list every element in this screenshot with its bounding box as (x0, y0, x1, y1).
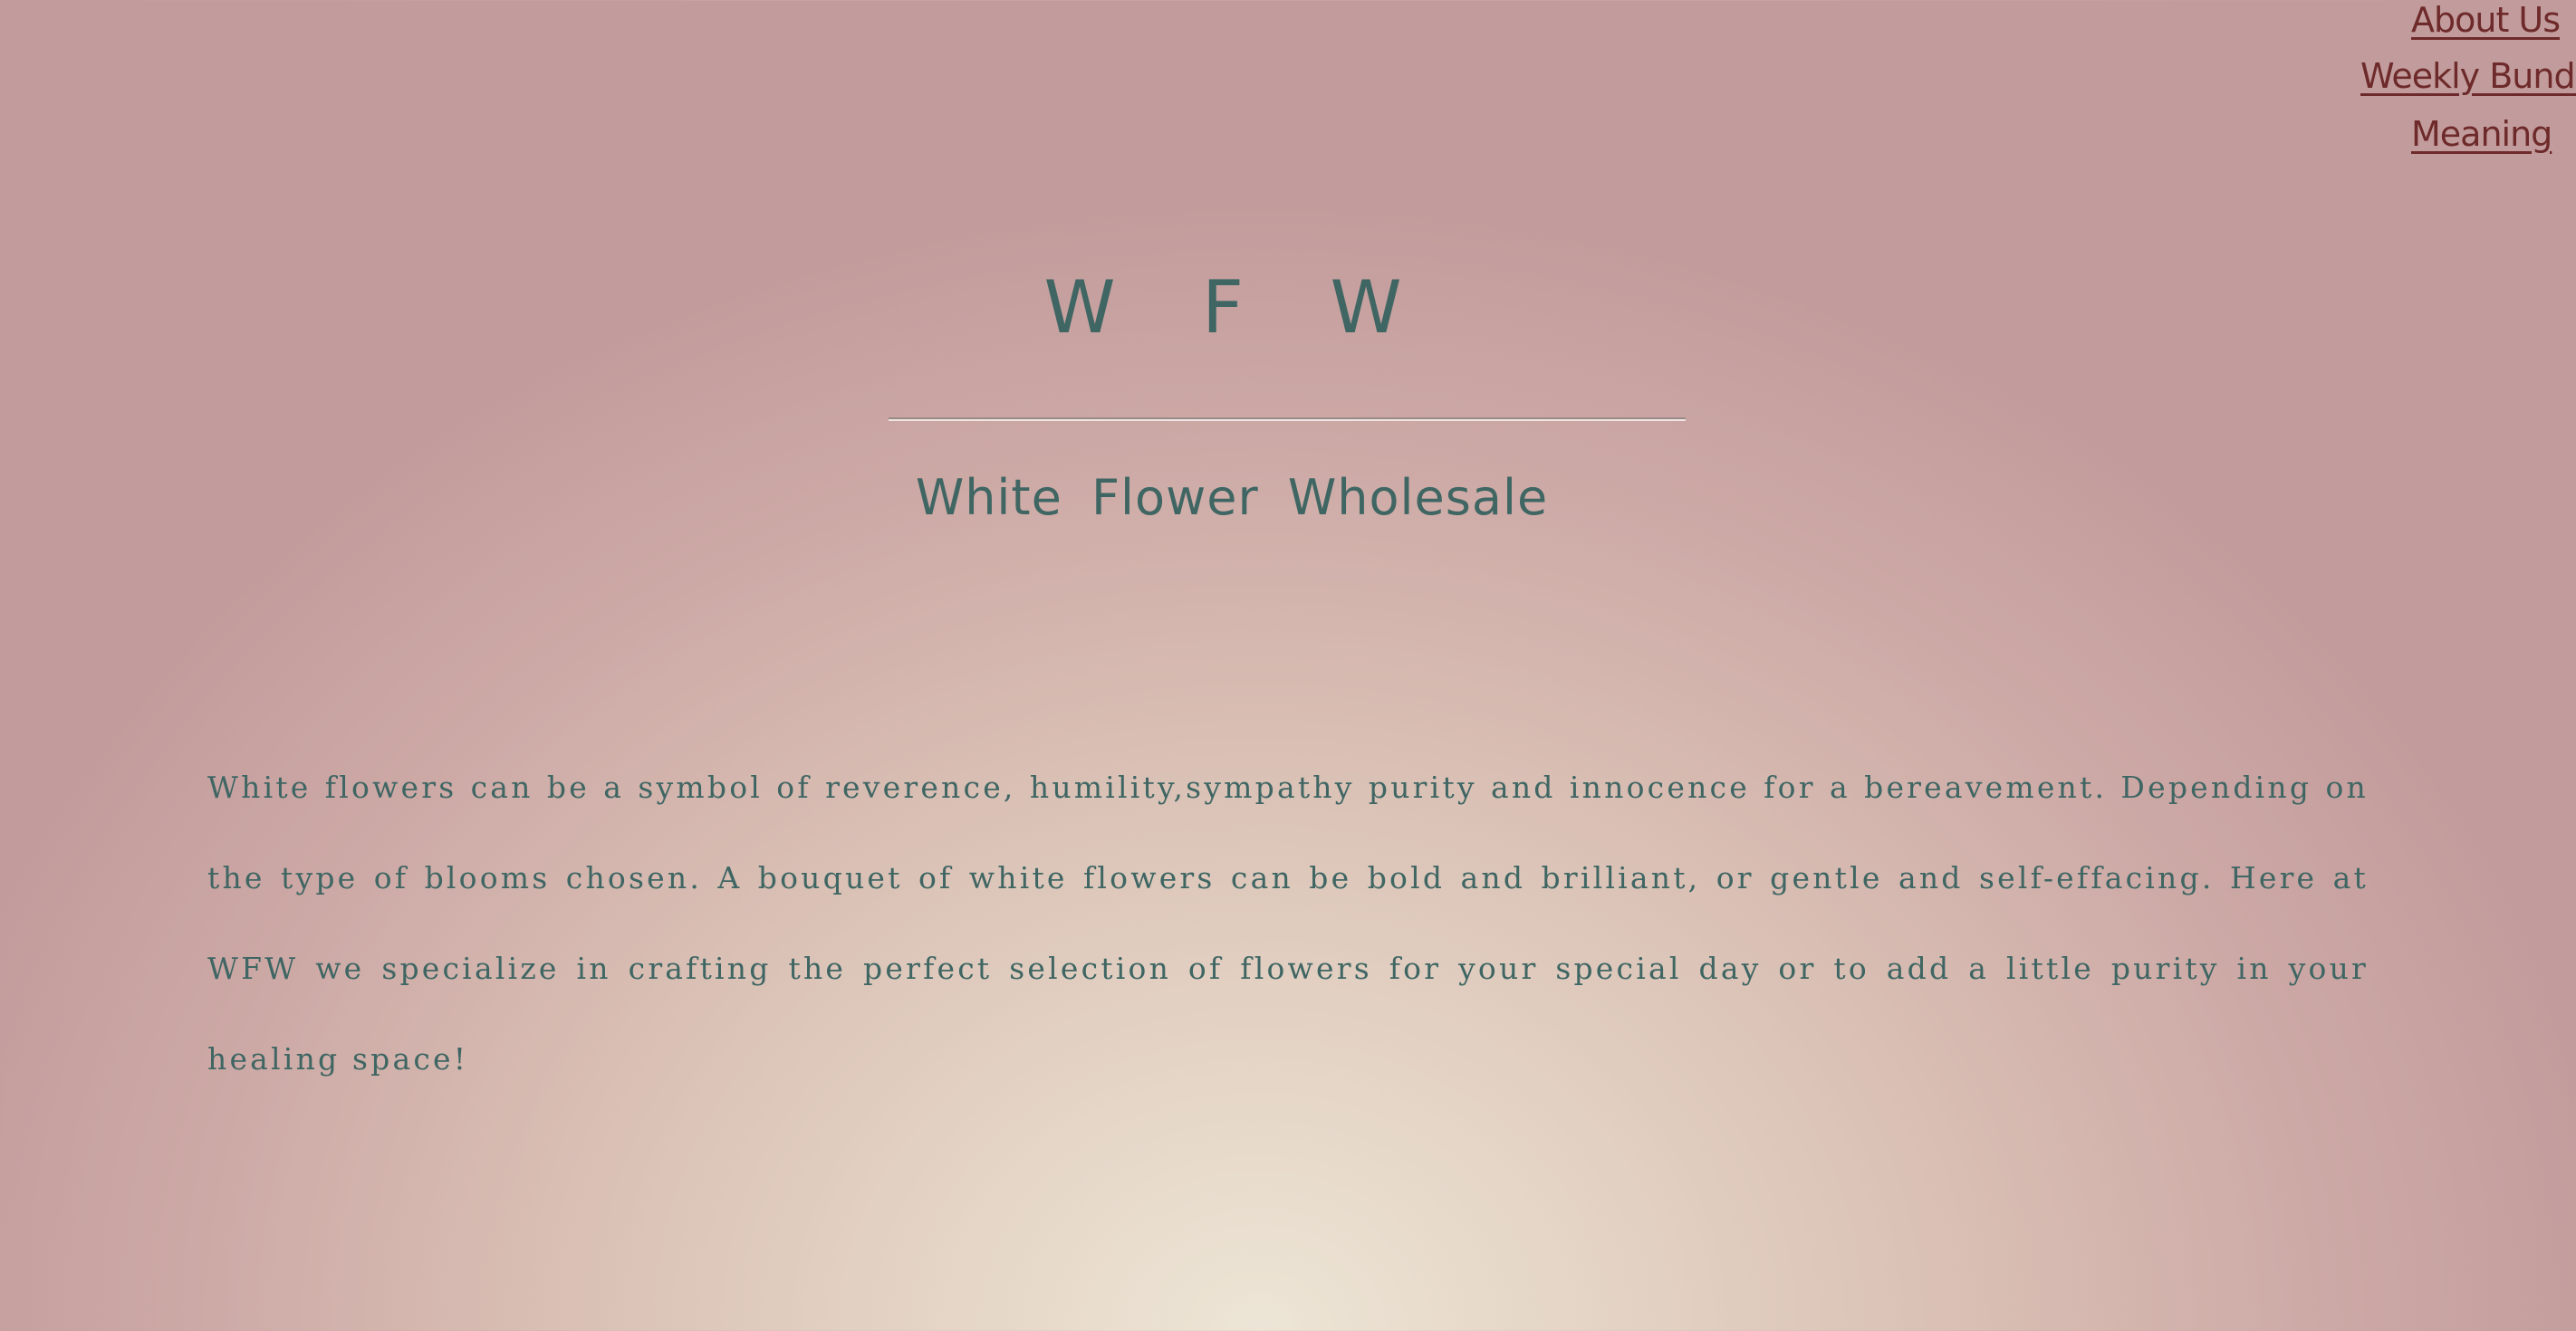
site-logo: WFW (1005, 272, 1440, 344)
intro-paragraph: White flowers can be a symbol of reveren… (207, 770, 2369, 1077)
logo-letter-f: F (1201, 265, 1244, 350)
hero-divider (889, 417, 1686, 421)
nav-link-about-us[interactable]: About Us (2411, 0, 2561, 40)
logo-letter-w2: W (1330, 265, 1402, 350)
top-nav: About Us Weekly Bundles Meaning (2360, 0, 2576, 172)
site-subtitle: White Flower Wholesale (915, 469, 1549, 526)
logo-letter-w1: W (1043, 265, 1116, 350)
nav-link-meaning[interactable]: Meaning (2411, 114, 2552, 154)
nav-link-weekly-bundles[interactable]: Weekly Bundles (2360, 56, 2576, 96)
